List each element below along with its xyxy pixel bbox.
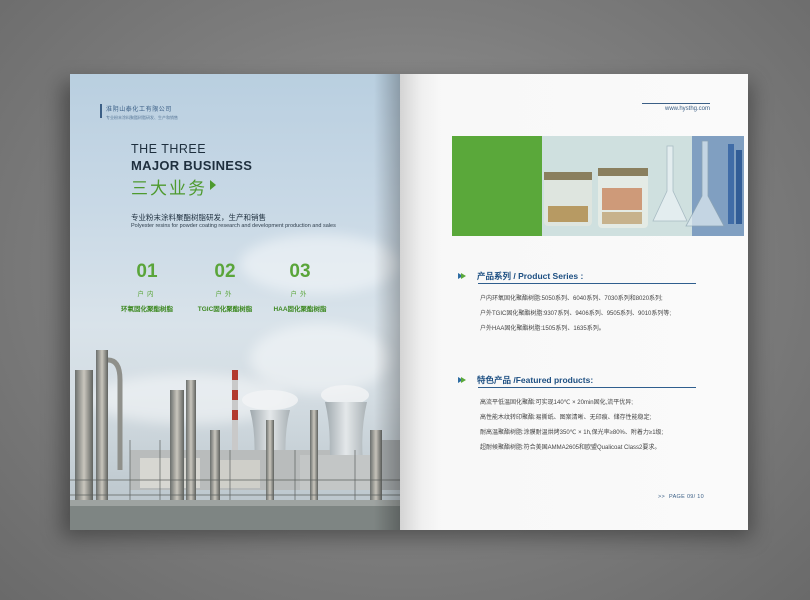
url-divider — [642, 103, 710, 104]
title-cn: 三大业务 — [131, 179, 207, 198]
featured-product-line: 耐高温聚酯树脂:涂膜耐温烘烤350℃ × 1h,保光率≥80%、附着力≥1级; — [480, 430, 664, 436]
featured-products-divider — [478, 387, 696, 388]
industrial-plant-illustration — [70, 350, 400, 530]
left-page: 淮阴山泰化工有限公司 专业粉末涂料聚酯树脂研发、生产和销售 THE THREE … — [70, 74, 400, 530]
product-series-line: 户内环氧固化聚酯树脂:5050系列、6040系列、7030系列和8020系列; — [480, 296, 663, 302]
double-arrow-icon — [458, 273, 467, 279]
laboratory-photo — [542, 136, 744, 236]
green-accent-block — [452, 136, 542, 236]
title-line-2: MAJOR BUSINESS — [131, 158, 253, 173]
description-en: Polyester resins for powder coating rese… — [131, 223, 336, 229]
page-fold-shade — [374, 74, 400, 530]
double-arrow-icon — [458, 377, 467, 383]
featured-products-list: 高流平低温固化聚酯:可实现140℃ × 20min固化,流平优异; 高性能木纹转… — [480, 396, 663, 456]
title-arrow-icon — [210, 180, 216, 190]
featured-products-heading: 特色产品 /Featured products: — [458, 374, 593, 386]
footer-page-label: PAGE — [669, 494, 686, 500]
business-item-01: 01 户内 环氧固化聚酯树脂 — [107, 261, 187, 314]
business-item-02: 02 户外 TGIC固化聚酯树脂 — [185, 261, 265, 314]
product-series-divider — [478, 283, 696, 284]
company-block: 淮阴山泰化工有限公司 专业粉末涂料聚酯树脂研发、生产和销售 — [100, 104, 178, 121]
product-series-line: 户外HAA固化聚酯树脂:1505系列、1635系列。 — [480, 326, 605, 332]
business-number: 01 — [136, 261, 158, 282]
product-series-line: 户外TGIC固化聚酯树脂:9307系列、9406系列、9505系列、9010系列… — [480, 311, 672, 317]
featured-products-title: 特色产品 /Featured products: — [477, 375, 594, 385]
right-page: www.hysthg.com 产品系列 / Product Series : 户… — [400, 74, 748, 530]
title-line-1: THE THREE — [131, 142, 207, 156]
business-name: 环氧固化聚酯树脂 — [121, 306, 173, 313]
business-number: 02 — [214, 261, 236, 282]
company-name: 淮阴山泰化工有限公司 — [106, 107, 173, 113]
footer-arrows: >> — [658, 494, 666, 500]
page-footer: >> PAGE 09/ 10 — [658, 494, 704, 500]
business-type: 户内 — [137, 291, 157, 298]
featured-product-line: 超耐候聚酯树脂:符合美国AMMA2605和欧盟Qualicoat Class2要… — [480, 445, 661, 451]
product-series-title: 产品系列 / Product Series : — [477, 271, 584, 281]
business-type: 户外 — [215, 291, 235, 298]
business-name: HAA固化聚酯树脂 — [273, 306, 327, 313]
description-cn: 专业粉末涂料聚酯树脂研发，生产和销售 — [131, 213, 266, 222]
product-series-list: 户内环氧固化聚酯树脂:5050系列、6040系列、7030系列和8020系列; … — [480, 292, 671, 337]
product-series-heading: 产品系列 / Product Series : — [458, 270, 583, 282]
business-number: 03 — [289, 261, 311, 282]
company-subtitle: 专业粉末涂料聚酯树脂研发、生产和销售 — [106, 115, 178, 120]
business-name: TGIC固化聚酯树脂 — [197, 306, 253, 313]
business-type: 户外 — [290, 291, 310, 298]
website-url: www.hysthg.com — [664, 106, 710, 112]
lab-glassware-illustration — [542, 136, 744, 236]
featured-product-line: 高流平低温固化聚酯:可实现140℃ × 20min固化,流平优异; — [480, 400, 633, 406]
company-accent-bar — [100, 104, 102, 118]
featured-product-line: 高性能木纹转印聚酯:易撕纸、图案清晰、无印痕、储存性能稳定; — [480, 415, 652, 421]
business-item-03: 03 户外 HAA固化聚酯树脂 — [260, 261, 340, 314]
footer-page-number: 09/ 10 — [686, 494, 705, 500]
